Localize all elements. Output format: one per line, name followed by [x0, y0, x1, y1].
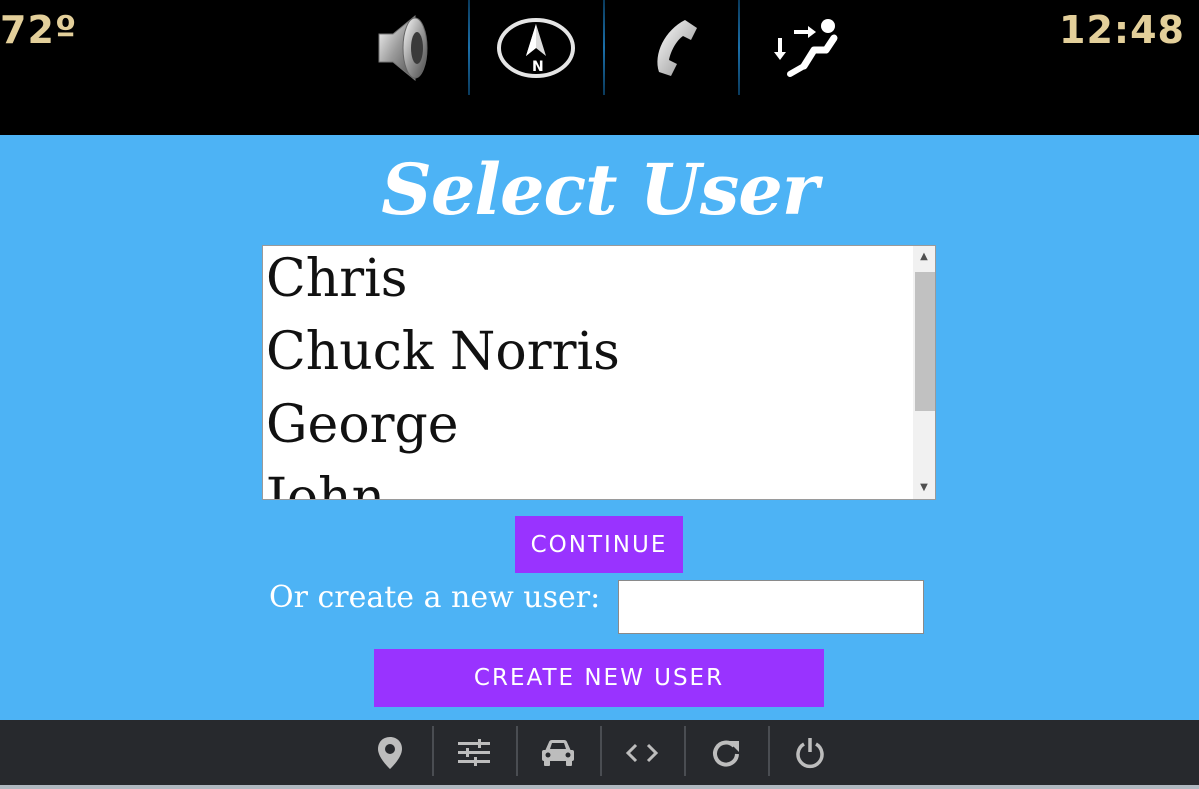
location-icon[interactable] [348, 720, 432, 785]
user-list[interactable]: Chris Chuck Norris George John ▲ ▼ [262, 245, 936, 500]
page-title: Select User [381, 148, 818, 231]
scroll-up-arrow-icon[interactable]: ▲ [913, 246, 935, 268]
compass-icon[interactable]: N [468, 0, 603, 95]
status-bar: 72º N 12:48 [0, 0, 1199, 135]
top-shortcuts: N [333, 0, 873, 95]
speaker-icon[interactable] [333, 0, 468, 95]
scroll-thumb[interactable] [915, 272, 935, 411]
clock-readout: 12:48 [1059, 8, 1185, 52]
power-icon[interactable] [768, 720, 852, 785]
bottom-edge-strip [0, 785, 1199, 789]
scrollbar[interactable]: ▲ ▼ [913, 246, 935, 499]
continue-button[interactable]: CONTINUE [515, 516, 683, 573]
refresh-icon[interactable] [684, 720, 768, 785]
create-new-user-button[interactable]: CREATE NEW USER [374, 649, 824, 707]
temperature-readout: 72º [0, 8, 78, 52]
bottom-nav [0, 720, 1199, 785]
new-user-input[interactable] [618, 580, 924, 634]
list-item[interactable]: Chris [266, 246, 911, 316]
svg-text:N: N [532, 59, 544, 75]
new-user-label: Or create a new user: [269, 580, 601, 615]
climate-icon[interactable] [738, 0, 873, 95]
car-icon[interactable] [516, 720, 600, 785]
list-item[interactable]: Chuck Norris [266, 316, 911, 389]
list-item[interactable]: John [266, 462, 911, 499]
user-list-items: Chris Chuck Norris George John [266, 246, 911, 499]
code-icon[interactable] [600, 720, 684, 785]
scroll-down-arrow-icon[interactable]: ▼ [913, 477, 935, 499]
list-item[interactable]: George [266, 389, 911, 462]
equalizer-icon[interactable] [432, 720, 516, 785]
phone-icon[interactable] [603, 0, 738, 95]
